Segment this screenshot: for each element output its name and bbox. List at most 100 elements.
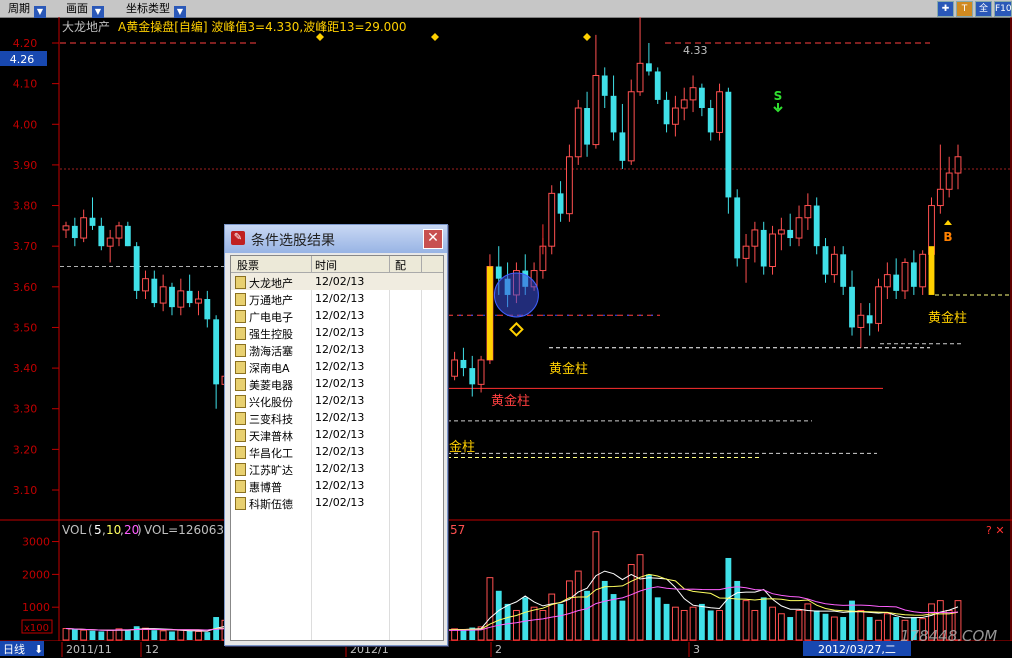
time-cell: 12/02/13 [315,479,365,492]
table-row[interactable]: 渤海活塞 12/02/13 [231,341,443,358]
candle-body [910,262,917,287]
candle-body [734,197,741,259]
dialog-title-bar[interactable]: ✎ 条件选股结果 ✕ [225,225,447,253]
date-label: 2 [495,643,502,656]
vol-value: VOL=126063 [144,523,224,537]
stock-icon [235,344,246,357]
period-tag-text: 日线 [3,642,25,656]
vol-bar [689,606,697,641]
volume-axis: 3000 2000 1000 [22,536,59,614]
table-row[interactable]: 江苏旷达 12/02/13 [231,460,443,477]
vol-bar [195,630,202,641]
results-table[interactable]: 股票 时间 配 大龙地产 12/02/13 万通地产 12/02/13 广电电子 12/0… [230,255,444,641]
vol-bar [169,631,175,640]
date-label: 2011/11 [66,643,112,656]
dialog-title: 条件选股结果 [251,233,335,249]
stock-name-cell: 大龙地产 [249,277,293,290]
table-row[interactable]: 大龙地产 12/02/13 [231,273,443,290]
vol-params-close: ) [137,523,142,537]
vol-bar [883,613,891,641]
app-icon: ✎ [231,231,245,245]
screener-results-dialog: ✎ 条件选股结果 ✕ 股票 时间 配 大龙地产 12/02/13 万通地产 12/02… [224,224,448,646]
col-header-stock[interactable]: 股票 [237,257,259,273]
table-row[interactable]: 华昌化工 12/02/13 [231,443,443,460]
y-tick-label: 3.10 [13,484,38,497]
vol-bar [106,629,114,641]
table-row[interactable]: 强生控股 12/02/13 [231,324,443,341]
stock-name-cell: 华昌化工 [249,447,293,460]
top-toolbar: 周期 ▼ 画面 ▼ 坐标类型 ▼ ✚ T 全 F10 [0,0,1012,18]
time-cell: 12/02/13 [315,462,365,475]
vol-tick-label: 1000 [22,601,50,614]
stock-icon [235,361,246,374]
crosshair-button[interactable]: ✚ [937,1,954,17]
period-dropdown[interactable]: 周期 ▼ [8,1,46,18]
vol-bar [751,609,759,641]
y-tick-label: 3.20 [13,443,38,456]
candle-body [760,229,767,267]
candle-body [725,91,732,198]
date-label: 12 [145,643,159,656]
stock-name: 大龙地产 [62,20,110,34]
candle-body [813,205,820,247]
vol-bar [787,617,794,640]
candle-body [663,99,670,125]
candle-body [574,107,582,158]
vol-bar [574,570,582,641]
close-button[interactable]: ✕ [423,229,443,249]
candle-body [751,229,759,247]
candlestick-series [62,17,962,421]
candle-body [893,274,900,291]
time-cell: 12/02/13 [315,428,365,441]
stock-name-cell: 渤海活塞 [249,345,293,358]
stock-name-cell: 三变科技 [249,413,293,426]
table-row[interactable]: 万通地产 12/02/13 [231,290,443,307]
vol-bar [495,590,502,640]
stock-icon [235,446,246,459]
reference-lines [60,42,1010,458]
candle-body [106,237,114,247]
vol-bar [636,554,644,641]
table-row[interactable]: 天津普林 12/02/13 [231,426,443,443]
draw-tool-button[interactable]: T [956,1,973,17]
candle-body [787,229,794,239]
f10-button[interactable]: F10 [994,1,1012,17]
fullscreen-button[interactable]: 全 [975,1,992,17]
vol-bar [62,628,70,641]
col-header-time[interactable]: 时间 [315,257,337,273]
candle-body [469,368,476,385]
kline-chart[interactable]: 4.20 4.10 4.00 3.90 3.80 3.70 3.60 3.50 3.40 3.30… [0,17,1012,658]
panel-help-icons[interactable]: ? ✕ [986,524,1005,537]
col-header-extra[interactable]: 配 [395,257,406,273]
table-row[interactable]: 惠博普 12/02/13 [231,477,443,494]
time-cell: 12/02/13 [315,445,365,458]
vol-bar [813,610,820,640]
vol-bar [151,630,158,640]
vol-bar [734,580,741,640]
stock-name-cell: 广电电子 [249,311,293,324]
candle-body [565,156,573,215]
view-dropdown[interactable]: 画面 ▼ [66,1,104,18]
table-row[interactable]: 深南电A 12/02/13 [231,358,443,375]
vol-bar [840,617,847,640]
table-row[interactable]: 美菱电器 12/02/13 [231,375,443,392]
buy-signal-label: B [943,230,952,244]
time-cell: 12/02/13 [315,309,365,322]
candle-body [901,261,909,292]
table-row[interactable]: 三变科技 12/02/13 [231,409,443,426]
diamond-marker [509,321,524,337]
table-row[interactable]: 广电电子 12/02/13 [231,307,443,324]
candle-body [954,156,962,174]
vol-bar [725,557,732,640]
coord-type-dropdown[interactable]: 坐标类型 ▼ [126,1,186,18]
table-row[interactable]: 科斯伍德 12/02/13 [231,494,443,511]
candle-body [71,225,78,239]
candle-body [883,274,891,288]
top-diamond-marker [431,33,439,41]
vol-bar [830,616,838,641]
time-cell: 12/02/13 [315,326,365,339]
candle-body [151,278,158,304]
table-row[interactable]: 兴化股份 12/02/13 [231,392,443,409]
stock-icon [235,293,246,306]
candle-body [707,108,714,133]
